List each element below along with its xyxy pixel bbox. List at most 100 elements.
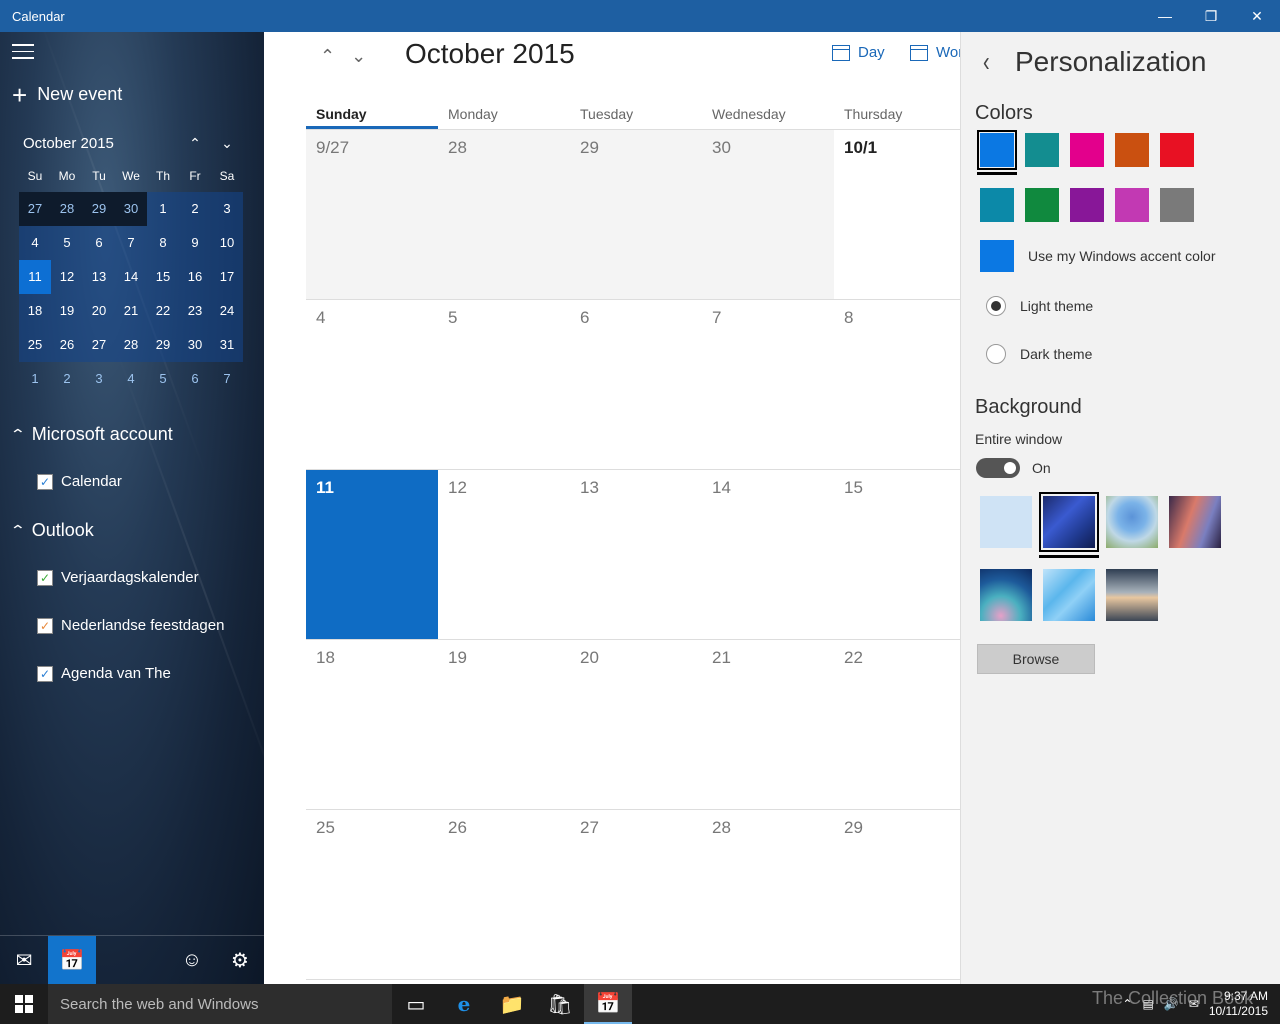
close-button[interactable]: ✕ (1234, 0, 1280, 32)
mini-day[interactable]: 14 (115, 260, 147, 294)
color-swatch[interactable] (1070, 188, 1104, 222)
mini-next-month-icon[interactable]: ⌄ (211, 135, 243, 152)
day-cell[interactable]: 26 (438, 810, 570, 979)
day-cell[interactable]: 21 (702, 640, 834, 809)
day-cell[interactable]: 14 (702, 470, 834, 639)
mini-day[interactable]: 19 (51, 294, 83, 328)
color-swatch[interactable] (1160, 133, 1194, 167)
checkbox-checked-icon[interactable]: ✓ (37, 473, 53, 490)
mini-day-today[interactable]: 11 (19, 260, 51, 294)
mini-day[interactable]: 2 (51, 362, 83, 396)
mini-day[interactable]: 4 (19, 226, 51, 260)
color-swatch[interactable] (1070, 133, 1104, 167)
calendar-toggle-nederlandse-feestdagen[interactable]: ✓ Nederlandse feestdagen (37, 617, 224, 634)
day-cell[interactable]: 20 (570, 640, 702, 809)
feedback-smiley-icon[interactable]: ☺ (168, 936, 216, 984)
day-cell[interactable]: 22 (834, 640, 960, 809)
mini-day[interactable]: 6 (179, 362, 211, 396)
mini-day[interactable]: 3 (211, 192, 243, 226)
mini-day[interactable]: 30 (115, 192, 147, 226)
day-cell[interactable]: 9/27 (306, 130, 438, 299)
day-cell[interactable]: 18 (306, 640, 438, 809)
mini-day[interactable]: 24 (211, 294, 243, 328)
mini-day[interactable]: 20 (83, 294, 115, 328)
mini-day[interactable]: 2 (179, 192, 211, 226)
edge-browser-icon[interactable]: e (440, 984, 488, 1024)
restore-button[interactable]: ❐ (1188, 0, 1234, 32)
mini-day[interactable]: 4 (115, 362, 147, 396)
calendar-toggle-agenda-van-the[interactable]: ✓ Agenda van The (37, 665, 171, 682)
minimize-button[interactable]: — (1142, 0, 1188, 32)
previous-month-icon[interactable]: ⌃ (320, 46, 335, 67)
mini-day[interactable]: 12 (51, 260, 83, 294)
accent-color-option[interactable]: Use my Windows accent color (980, 240, 1216, 272)
mini-day[interactable]: 27 (19, 192, 51, 226)
mini-day[interactable]: 7 (211, 362, 243, 396)
mini-day[interactable]: 28 (115, 328, 147, 362)
day-cell[interactable]: 27 (570, 810, 702, 979)
mini-day[interactable]: 5 (147, 362, 179, 396)
day-cell[interactable]: 12 (438, 470, 570, 639)
color-swatch[interactable] (1025, 133, 1059, 167)
mini-day[interactable]: 21 (115, 294, 147, 328)
mini-day[interactable]: 18 (19, 294, 51, 328)
mini-day[interactable]: 17 (211, 260, 243, 294)
hamburger-menu-icon[interactable] (12, 44, 34, 60)
day-cell[interactable]: 28 (438, 130, 570, 299)
day-cell[interactable]: 6 (570, 300, 702, 469)
day-cell-today[interactable]: 11 (306, 470, 438, 639)
background-thumbnail-tree[interactable] (1106, 496, 1158, 548)
mini-day[interactable]: 6 (83, 226, 115, 260)
account-outlook-header[interactable]: ⌃ Outlook (10, 520, 94, 541)
checkbox-checked-icon[interactable]: ✓ (37, 665, 53, 682)
mini-day[interactable]: 29 (83, 192, 115, 226)
checkbox-checked-icon[interactable]: ✓ (37, 569, 53, 586)
mini-day[interactable]: 23 (179, 294, 211, 328)
background-thumbnail-polygons[interactable] (1043, 569, 1095, 621)
next-month-icon[interactable]: ⌄ (351, 46, 366, 67)
day-cell[interactable]: 7 (702, 300, 834, 469)
day-cell[interactable]: 5 (438, 300, 570, 469)
mini-day[interactable]: 3 (83, 362, 115, 396)
mini-prev-month-icon[interactable]: ⌃ (179, 135, 211, 152)
taskbar-search-box[interactable]: Search the web and Windows (48, 984, 392, 1024)
background-thumbnail-canyon[interactable] (1169, 496, 1221, 548)
mini-day[interactable]: 16 (179, 260, 211, 294)
calendar-app-icon[interactable]: 📅 (584, 984, 632, 1024)
toggle-switch[interactable] (976, 458, 1020, 478)
gear-icon[interactable]: ⚙ (216, 936, 264, 984)
account-microsoft-header[interactable]: ⌃ Microsoft account (10, 424, 173, 445)
browse-button[interactable]: Browse (977, 644, 1095, 674)
mini-day[interactable]: 25 (19, 328, 51, 362)
mini-day[interactable]: 9 (179, 226, 211, 260)
mini-day[interactable]: 5 (51, 226, 83, 260)
radio-unselected-icon[interactable] (986, 344, 1006, 364)
file-explorer-icon[interactable]: 📁 (488, 984, 536, 1024)
day-cell[interactable]: 30 (702, 130, 834, 299)
day-cell[interactable]: 4 (306, 300, 438, 469)
task-view-icon[interactable]: ▭ (392, 984, 440, 1024)
mini-day[interactable]: 1 (147, 192, 179, 226)
new-event-button[interactable]: + New event (12, 82, 122, 108)
color-swatch[interactable] (977, 130, 1017, 175)
day-cell[interactable]: 15 (834, 470, 960, 639)
mini-day[interactable]: 13 (83, 260, 115, 294)
background-thumbnail-streaks[interactable] (1039, 492, 1099, 558)
day-cell[interactable]: 28 (702, 810, 834, 979)
day-cell[interactable]: 19 (438, 640, 570, 809)
day-view-button[interactable]: Day (832, 44, 885, 61)
day-cell[interactable]: 10/1 (834, 130, 960, 299)
mini-day[interactable]: 15 (147, 260, 179, 294)
color-swatch[interactable] (980, 188, 1014, 222)
back-arrow-icon[interactable]: ‹ (983, 47, 990, 79)
work-week-view-button[interactable]: Wor (910, 44, 960, 61)
day-cell[interactable]: 13 (570, 470, 702, 639)
mini-day[interactable]: 28 (51, 192, 83, 226)
mini-day[interactable]: 31 (211, 328, 243, 362)
day-cell[interactable]: 25 (306, 810, 438, 979)
mini-day[interactable]: 8 (147, 226, 179, 260)
background-thumbnail-lake[interactable] (1106, 569, 1158, 621)
color-swatch[interactable] (1025, 188, 1059, 222)
background-thumbnail-bubbles[interactable] (980, 569, 1032, 621)
mini-day[interactable]: 26 (51, 328, 83, 362)
